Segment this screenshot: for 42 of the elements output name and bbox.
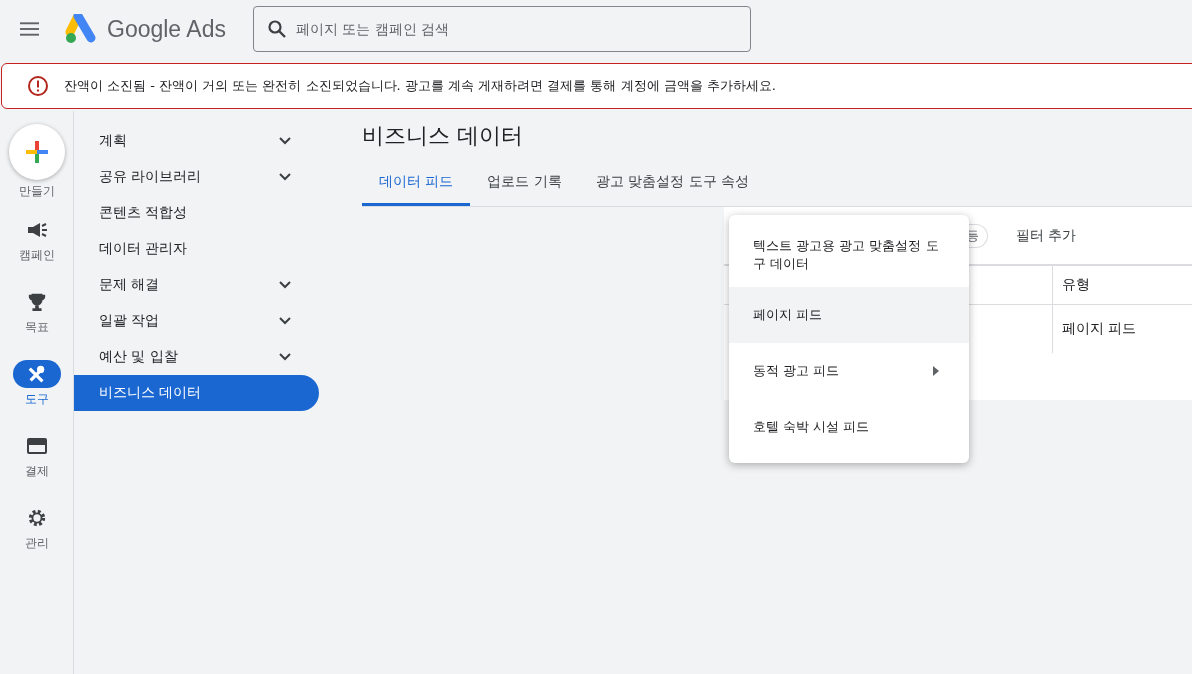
column-header: 유형 <box>1061 276 1090 294</box>
sidebar-item[interactable]: 데이터 관리자 <box>74 231 319 267</box>
megaphone-icon <box>25 220 48 240</box>
alert-message: 잔액이 소진됨 - 잔액이 거의 또는 완전히 소진되었습니다. 광고를 계속 게재하려면 결제를 통해 계정에 금액을 추가하세요. <box>64 77 776 95</box>
rail-label: 관리 <box>24 535 49 552</box>
sidebar-item[interactable]: 예산 및 입찰 <box>74 339 319 375</box>
rail-label: 캠페인 <box>18 247 55 264</box>
menu-item[interactable]: 동적 광고 피드 <box>729 343 969 399</box>
rail-label: 만들기 <box>18 183 55 200</box>
tab[interactable]: 광고 맞춤설정 도구 속성 <box>578 173 767 206</box>
chevron-down-icon <box>279 281 291 289</box>
chevron-down-icon <box>279 137 291 145</box>
search-field[interactable]: 페이지 또는 캠페인 검색 <box>252 6 751 52</box>
sidebar-item[interactable]: 콘텐츠 적합성 <box>74 195 319 231</box>
tab[interactable]: 데이터 피드 <box>362 173 471 206</box>
menu-item[interactable]: 호텔 숙박 시설 피드 <box>729 399 969 455</box>
rail-button[interactable] <box>12 360 61 388</box>
sidebar-item[interactable]: 공유 라이브러리 <box>74 159 319 195</box>
chevron-down-icon <box>279 317 291 325</box>
menu-item[interactable]: 페이지 피드 <box>729 287 969 343</box>
submenu-arrow-icon <box>933 366 939 376</box>
sidebar-item[interactable]: 문제 해결 <box>74 267 319 303</box>
sidebar-item[interactable]: 계획 <box>74 123 319 159</box>
logo-text: Google Ads <box>107 15 226 43</box>
logo-icon <box>65 14 97 44</box>
add-filter-button[interactable]: 필터 추가 <box>1015 226 1076 245</box>
chevron-down-icon <box>279 353 291 361</box>
create-button[interactable] <box>8 124 65 180</box>
card-icon <box>25 436 48 456</box>
sidebar-item[interactable]: 일괄 작업 <box>74 303 319 339</box>
plus-icon <box>23 139 50 165</box>
chevron-down-icon <box>279 173 291 181</box>
tab[interactable]: 업로드 기록 <box>470 173 579 206</box>
menu-icon[interactable] <box>20 22 39 36</box>
search-icon <box>266 19 287 39</box>
sidebar-item[interactable]: 비즈니스 데이터 <box>74 375 319 411</box>
rail-label: 도구 <box>24 391 49 408</box>
page-title: 비즈니스 데이터 <box>362 122 524 150</box>
error-icon <box>27 75 49 97</box>
rail-label: 결제 <box>24 463 49 480</box>
rail-label: 목표 <box>24 319 49 336</box>
table-cell-text: 페이지 피드 <box>1061 320 1137 338</box>
